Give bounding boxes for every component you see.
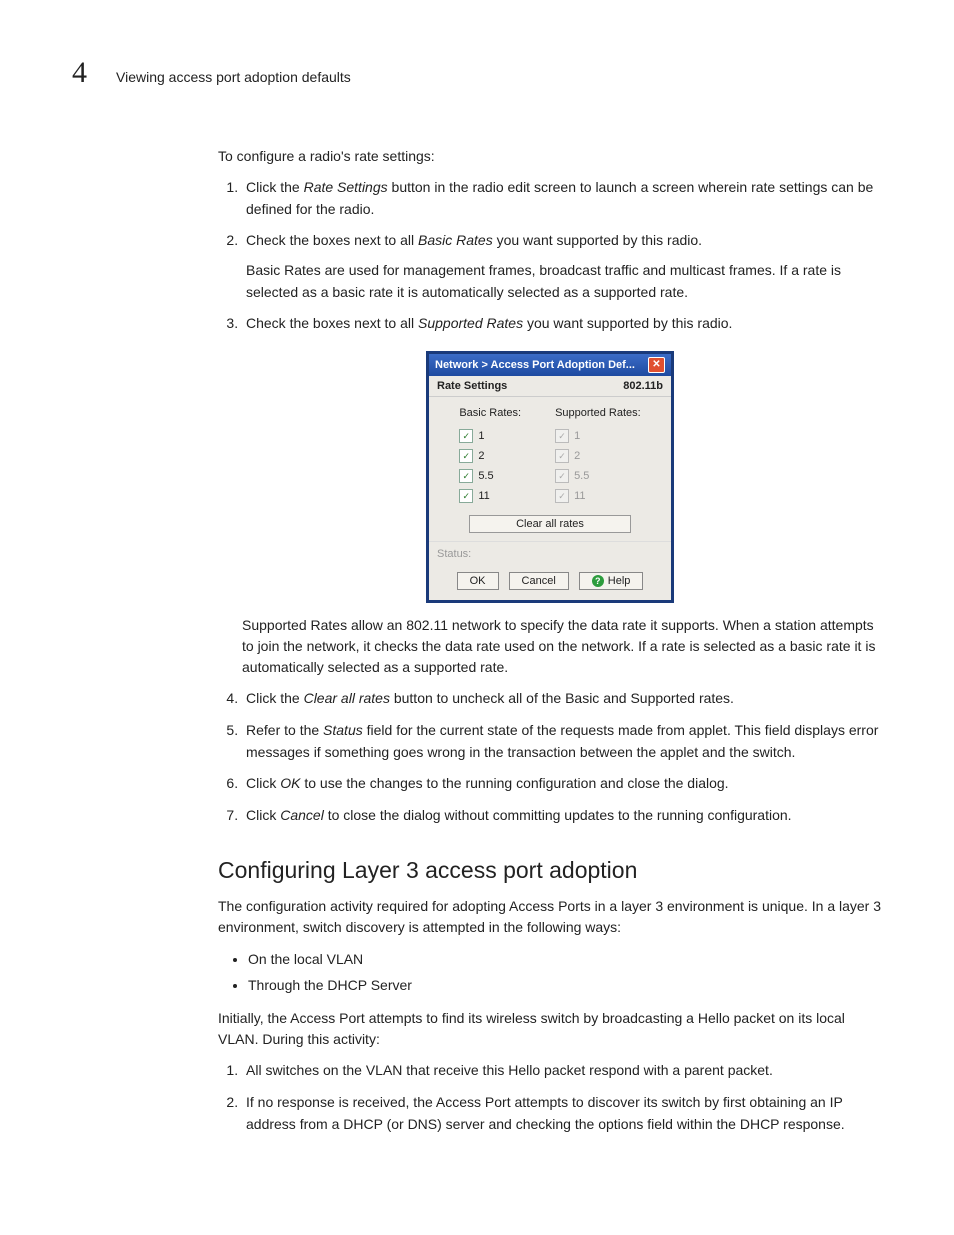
discovery-step-1: All switches on the VLAN that receive th… — [242, 1060, 882, 1082]
supported-rate-2-checkbox[interactable] — [555, 449, 569, 463]
section-heading: Configuring Layer 3 access port adoption — [218, 857, 882, 884]
close-icon[interactable]: ✕ — [648, 357, 665, 373]
subheader-right: 802.11b — [623, 380, 663, 392]
after-dialog-text: Supported Rates allow an 802.11 network … — [242, 615, 882, 678]
basic-rate-5-5-checkbox[interactable] — [459, 469, 473, 483]
section-p1: The configuration activity required for … — [218, 896, 882, 938]
chapter-number: 4 — [72, 56, 92, 90]
basic-rate-1-checkbox[interactable] — [459, 429, 473, 443]
clear-all-rates-button[interactable]: Clear all rates — [469, 515, 631, 533]
step-6: Click OK to use the changes to the runni… — [242, 773, 882, 795]
help-icon: ? — [592, 575, 604, 587]
dialog-title-text: Network > Access Port Adoption Def... — [435, 359, 635, 371]
status-label: Status: — [429, 541, 671, 566]
supported-rate-1-checkbox[interactable] — [555, 429, 569, 443]
dialog-titlebar: Network > Access Port Adoption Def... ✕ — [429, 354, 671, 376]
discovery-step-2: If no response is received, the Access P… — [242, 1092, 882, 1135]
step-1: Click the Rate Settings button in the ra… — [242, 177, 882, 220]
ok-button[interactable]: OK — [457, 572, 499, 590]
basic-rate-2-checkbox[interactable] — [459, 449, 473, 463]
basic-rates-column: Basic Rates: 1 2 5.5 11 — [459, 407, 521, 509]
subheader-left: Rate Settings — [437, 380, 507, 392]
supported-rate-5-5-checkbox[interactable] — [555, 469, 569, 483]
cancel-button[interactable]: Cancel — [509, 572, 569, 590]
section-p2: Initially, the Access Port attempts to f… — [218, 1008, 882, 1050]
steps-list-b: Click the Clear all rates button to unch… — [218, 688, 882, 826]
steps-list-a: Click the Rate Settings button in the ra… — [218, 177, 882, 335]
step-5: Refer to the Status field for the curren… — [242, 720, 882, 763]
bullet-1: On the local VLAN — [248, 948, 882, 970]
discovery-steps: All switches on the VLAN that receive th… — [218, 1060, 882, 1135]
supported-rates-column: Supported Rates: 1 2 5.5 11 — [555, 407, 641, 509]
page-header: 4 Viewing access port adoption defaults — [72, 56, 882, 90]
intro-text: To configure a radio's rate settings: — [218, 146, 882, 167]
dialog-subheader: Rate Settings 802.11b — [429, 376, 671, 397]
discovery-bullets: On the local VLAN Through the DHCP Serve… — [218, 948, 882, 997]
step-2: Check the boxes next to all Basic Rates … — [242, 230, 882, 303]
step-7: Click Cancel to close the dialog without… — [242, 805, 882, 827]
supported-rate-11-checkbox[interactable] — [555, 489, 569, 503]
rate-settings-dialog: Network > Access Port Adoption Def... ✕ … — [426, 351, 674, 603]
bullet-2: Through the DHCP Server — [248, 974, 882, 996]
help-button[interactable]: ?Help — [579, 572, 644, 590]
step-4: Click the Clear all rates button to unch… — [242, 688, 882, 710]
basic-rate-11-checkbox[interactable] — [459, 489, 473, 503]
header-title: Viewing access port adoption defaults — [116, 69, 351, 85]
step-3: Check the boxes next to all Supported Ra… — [242, 313, 882, 335]
